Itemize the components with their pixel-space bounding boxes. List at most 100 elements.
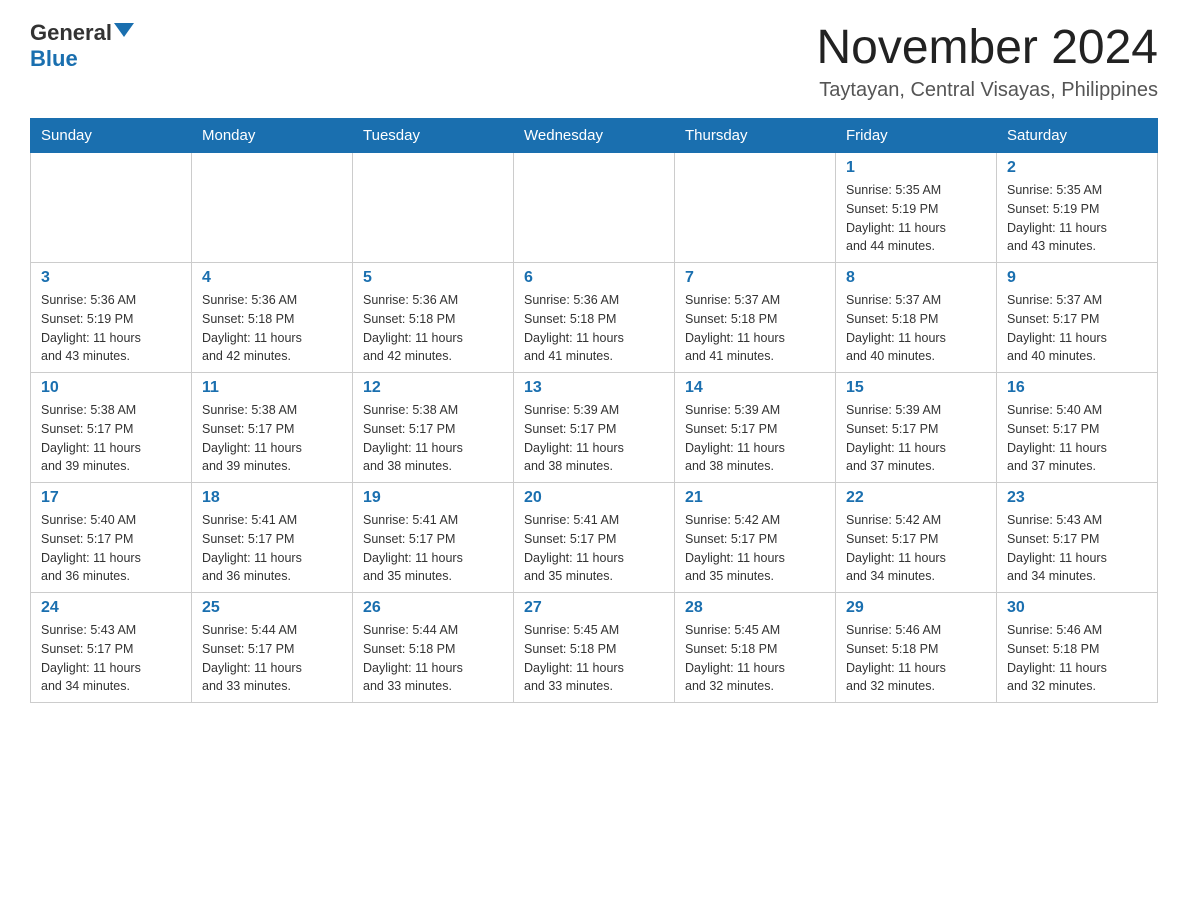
day-number: 6 (524, 269, 664, 287)
calendar-cell: 29Sunrise: 5:46 AM Sunset: 5:18 PM Dayli… (836, 593, 997, 703)
day-info: Sunrise: 5:41 AM Sunset: 5:17 PM Dayligh… (202, 511, 342, 586)
day-info: Sunrise: 5:40 AM Sunset: 5:17 PM Dayligh… (41, 511, 181, 586)
day-number: 21 (685, 489, 825, 507)
calendar-cell: 19 Sunrise: 5:41 AM Sunset: 5:17 PM Dayli… (353, 483, 514, 593)
calendar-cell: 6 Sunrise: 5:36 AM Sunset: 5:18 PM Daylig… (514, 263, 675, 373)
calendar-cell (192, 153, 353, 263)
calendar-cell: 8 Sunrise: 5:37 AM Sunset: 5:18 PM Daylig… (836, 263, 997, 373)
calendar-cell: 5 Sunrise: 5:36 AM Sunset: 5:18 PM Daylig… (353, 263, 514, 373)
day-number: 23 (1007, 489, 1147, 507)
day-number: 10 (41, 379, 181, 397)
logo-general-text: General (30, 20, 112, 46)
day-info: Sunrise: 5:39 AM Sunset: 5:17 PM Dayligh… (685, 401, 825, 476)
day-of-week-header: Tuesday (353, 119, 514, 153)
day-info: Sunrise: 5:44 AM Sunset: 5:17 PM Dayligh… (202, 621, 342, 696)
calendar-cell: 23Sunrise: 5:43 AM Sunset: 5:17 PM Dayli… (997, 483, 1158, 593)
calendar-cell: 7 Sunrise: 5:37 AM Sunset: 5:18 PM Daylig… (675, 263, 836, 373)
day-info: Sunrise: 5:42 AM Sunset: 5:17 PM Dayligh… (685, 511, 825, 586)
day-number: 25 (202, 599, 342, 617)
day-info: Sunrise: 5:36 AM Sunset: 5:18 PM Dayligh… (202, 291, 342, 366)
day-info: Sunrise: 5:37 AM Sunset: 5:18 PM Dayligh… (846, 291, 986, 366)
day-number: 5 (363, 269, 503, 287)
day-info: Sunrise: 5:35 AM Sunset: 5:19 PM Dayligh… (1007, 181, 1147, 256)
calendar-cell (353, 153, 514, 263)
week-row: 24Sunrise: 5:43 AM Sunset: 5:17 PM Dayli… (31, 593, 1158, 703)
day-number: 29 (846, 599, 986, 617)
day-number: 8 (846, 269, 986, 287)
week-row: 10 Sunrise: 5:38 AM Sunset: 5:17 PM Dayli… (31, 373, 1158, 483)
day-number: 17 (41, 489, 181, 507)
day-number: 11 (202, 379, 342, 397)
calendar-cell: 18 Sunrise: 5:41 AM Sunset: 5:17 PM Dayli… (192, 483, 353, 593)
day-number: 3 (41, 269, 181, 287)
logo-triangle-icon (114, 23, 134, 37)
calendar-cell: 4Sunrise: 5:36 AM Sunset: 5:18 PM Daylig… (192, 263, 353, 373)
calendar-cell: 16Sunrise: 5:40 AM Sunset: 5:17 PM Dayli… (997, 373, 1158, 483)
day-of-week-header: Saturday (997, 119, 1158, 153)
calendar-cell: 3 Sunrise: 5:36 AM Sunset: 5:19 PM Daylig… (31, 263, 192, 373)
day-of-week-header: Friday (836, 119, 997, 153)
calendar-cell: 13 Sunrise: 5:39 AM Sunset: 5:17 PM Dayli… (514, 373, 675, 483)
calendar-cell: 1 Sunrise: 5:35 AM Sunset: 5:19 PM Daylig… (836, 153, 997, 263)
calendar-cell: 21 Sunrise: 5:42 AM Sunset: 5:17 PM Dayli… (675, 483, 836, 593)
calendar-header: SundayMondayTuesdayWednesdayThursdayFrid… (31, 119, 1158, 153)
calendar-table: SundayMondayTuesdayWednesdayThursdayFrid… (30, 118, 1158, 703)
day-of-week-header: Wednesday (514, 119, 675, 153)
day-info: Sunrise: 5:45 AM Sunset: 5:18 PM Dayligh… (685, 621, 825, 696)
day-number: 18 (202, 489, 342, 507)
page-header: General Blue November 2024 Taytayan, Cen… (30, 20, 1158, 102)
week-row: 1 Sunrise: 5:35 AM Sunset: 5:19 PM Daylig… (31, 153, 1158, 263)
calendar-body: 1 Sunrise: 5:35 AM Sunset: 5:19 PM Daylig… (31, 153, 1158, 703)
day-number: 1 (846, 159, 986, 177)
day-number: 7 (685, 269, 825, 287)
day-info: Sunrise: 5:45 AM Sunset: 5:18 PM Dayligh… (524, 621, 664, 696)
logo: General Blue (30, 20, 134, 72)
day-of-week-header: Sunday (31, 119, 192, 153)
week-row: 3 Sunrise: 5:36 AM Sunset: 5:19 PM Daylig… (31, 263, 1158, 373)
day-number: 19 (363, 489, 503, 507)
calendar-cell: 9Sunrise: 5:37 AM Sunset: 5:17 PM Daylig… (997, 263, 1158, 373)
day-info: Sunrise: 5:36 AM Sunset: 5:18 PM Dayligh… (524, 291, 664, 366)
calendar-cell: 10Sunrise: 5:38 AM Sunset: 5:17 PM Dayli… (31, 373, 192, 483)
day-info: Sunrise: 5:38 AM Sunset: 5:17 PM Dayligh… (363, 401, 503, 476)
days-of-week-row: SundayMondayTuesdayWednesdayThursdayFrid… (31, 119, 1158, 153)
logo-blue-text: Blue (30, 46, 78, 72)
day-info: Sunrise: 5:46 AM Sunset: 5:18 PM Dayligh… (1007, 621, 1147, 696)
location-title: Taytayan, Central Visayas, Philippines (816, 79, 1158, 102)
day-info: Sunrise: 5:42 AM Sunset: 5:17 PM Dayligh… (846, 511, 986, 586)
day-number: 12 (363, 379, 503, 397)
calendar-cell: 12 Sunrise: 5:38 AM Sunset: 5:17 PM Dayli… (353, 373, 514, 483)
day-number: 27 (524, 599, 664, 617)
calendar-cell (31, 153, 192, 263)
day-info: Sunrise: 5:41 AM Sunset: 5:17 PM Dayligh… (363, 511, 503, 586)
calendar-cell: 24Sunrise: 5:43 AM Sunset: 5:17 PM Dayli… (31, 593, 192, 703)
calendar-cell: 15 Sunrise: 5:39 AM Sunset: 5:17 PM Dayli… (836, 373, 997, 483)
calendar-cell: 28 Sunrise: 5:45 AM Sunset: 5:18 PM Dayli… (675, 593, 836, 703)
day-info: Sunrise: 5:37 AM Sunset: 5:18 PM Dayligh… (685, 291, 825, 366)
day-number: 15 (846, 379, 986, 397)
calendar-cell: 2 Sunrise: 5:35 AM Sunset: 5:19 PM Daylig… (997, 153, 1158, 263)
calendar-cell (675, 153, 836, 263)
calendar-cell (514, 153, 675, 263)
calendar-cell: 22Sunrise: 5:42 AM Sunset: 5:17 PM Dayli… (836, 483, 997, 593)
day-info: Sunrise: 5:36 AM Sunset: 5:18 PM Dayligh… (363, 291, 503, 366)
day-number: 30 (1007, 599, 1147, 617)
day-number: 14 (685, 379, 825, 397)
day-number: 13 (524, 379, 664, 397)
title-section: November 2024 Taytayan, Central Visayas,… (816, 20, 1158, 102)
calendar-cell: 26Sunrise: 5:44 AM Sunset: 5:18 PM Dayli… (353, 593, 514, 703)
calendar-cell: 30 Sunrise: 5:46 AM Sunset: 5:18 PM Dayli… (997, 593, 1158, 703)
day-number: 28 (685, 599, 825, 617)
day-info: Sunrise: 5:36 AM Sunset: 5:19 PM Dayligh… (41, 291, 181, 366)
calendar-cell: 17 Sunrise: 5:40 AM Sunset: 5:17 PM Dayli… (31, 483, 192, 593)
day-number: 2 (1007, 159, 1147, 177)
month-title: November 2024 (816, 20, 1158, 75)
day-info: Sunrise: 5:39 AM Sunset: 5:17 PM Dayligh… (524, 401, 664, 476)
day-info: Sunrise: 5:41 AM Sunset: 5:17 PM Dayligh… (524, 511, 664, 586)
day-number: 16 (1007, 379, 1147, 397)
day-number: 9 (1007, 269, 1147, 287)
day-of-week-header: Thursday (675, 119, 836, 153)
day-number: 26 (363, 599, 503, 617)
day-info: Sunrise: 5:39 AM Sunset: 5:17 PM Dayligh… (846, 401, 986, 476)
day-info: Sunrise: 5:35 AM Sunset: 5:19 PM Dayligh… (846, 181, 986, 256)
